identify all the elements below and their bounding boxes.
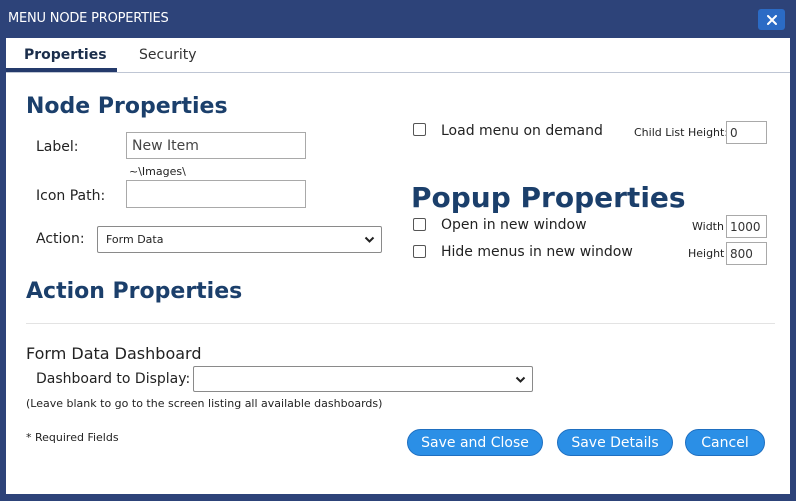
form-data-dashboard-title: Form Data Dashboard — [26, 344, 202, 363]
section-divider — [26, 323, 775, 324]
hide-menus-checkbox[interactable] — [413, 245, 426, 258]
action-label: Action: — [36, 231, 85, 247]
open-new-window-label: Open in new window — [441, 217, 587, 233]
action-properties-heading: Action Properties — [26, 279, 243, 304]
required-fields-note: * Required Fields — [26, 431, 119, 444]
popup-properties-heading: Popup Properties — [411, 181, 686, 214]
chevron-down-icon — [515, 376, 526, 383]
active-tab-indicator — [6, 68, 117, 72]
save-and-close-button[interactable]: Save and Close — [407, 429, 543, 456]
open-new-window-checkbox[interactable] — [413, 218, 426, 231]
height-input[interactable] — [726, 242, 767, 265]
hide-menus-label: Hide menus in new window — [441, 244, 633, 260]
dashboard-hint: (Leave blank to go to the screen listing… — [26, 397, 383, 410]
cancel-button[interactable]: Cancel — [685, 429, 765, 456]
label-field-label: Label: — [36, 139, 79, 155]
icon-path-input[interactable] — [126, 180, 306, 208]
load-menu-label: Load menu on demand — [441, 123, 603, 139]
dashboard-select[interactable] — [193, 366, 533, 392]
icon-path-hint: ~\Images\ — [129, 165, 186, 178]
width-input[interactable] — [726, 215, 767, 238]
label-input[interactable] — [126, 132, 306, 159]
action-selected-value: Form Data — [106, 233, 164, 246]
tab-bar: Properties Security — [6, 38, 790, 73]
load-menu-checkbox[interactable] — [413, 123, 426, 136]
close-button[interactable] — [758, 9, 785, 30]
action-select[interactable]: Form Data — [97, 226, 382, 253]
chevron-down-icon — [364, 236, 375, 243]
child-list-height-label: Child List Height: — [634, 126, 729, 139]
window-title: MENU NODE PROPERTIES — [8, 11, 169, 26]
width-label: Width — [692, 220, 724, 233]
child-list-height-input[interactable] — [726, 121, 767, 144]
tab-properties[interactable]: Properties — [24, 47, 107, 63]
dashboard-to-display-label: Dashboard to Display: — [36, 371, 191, 387]
height-label: Height — [688, 247, 725, 260]
title-bar: MENU NODE PROPERTIES — [0, 0, 796, 38]
dialog-body: Properties Security Node Properties Labe… — [6, 38, 790, 494]
icon-path-label: Icon Path: — [36, 188, 106, 204]
tab-security[interactable]: Security — [139, 47, 197, 63]
close-icon — [766, 14, 777, 25]
node-properties-heading: Node Properties — [26, 94, 228, 119]
save-details-button[interactable]: Save Details — [557, 429, 673, 456]
